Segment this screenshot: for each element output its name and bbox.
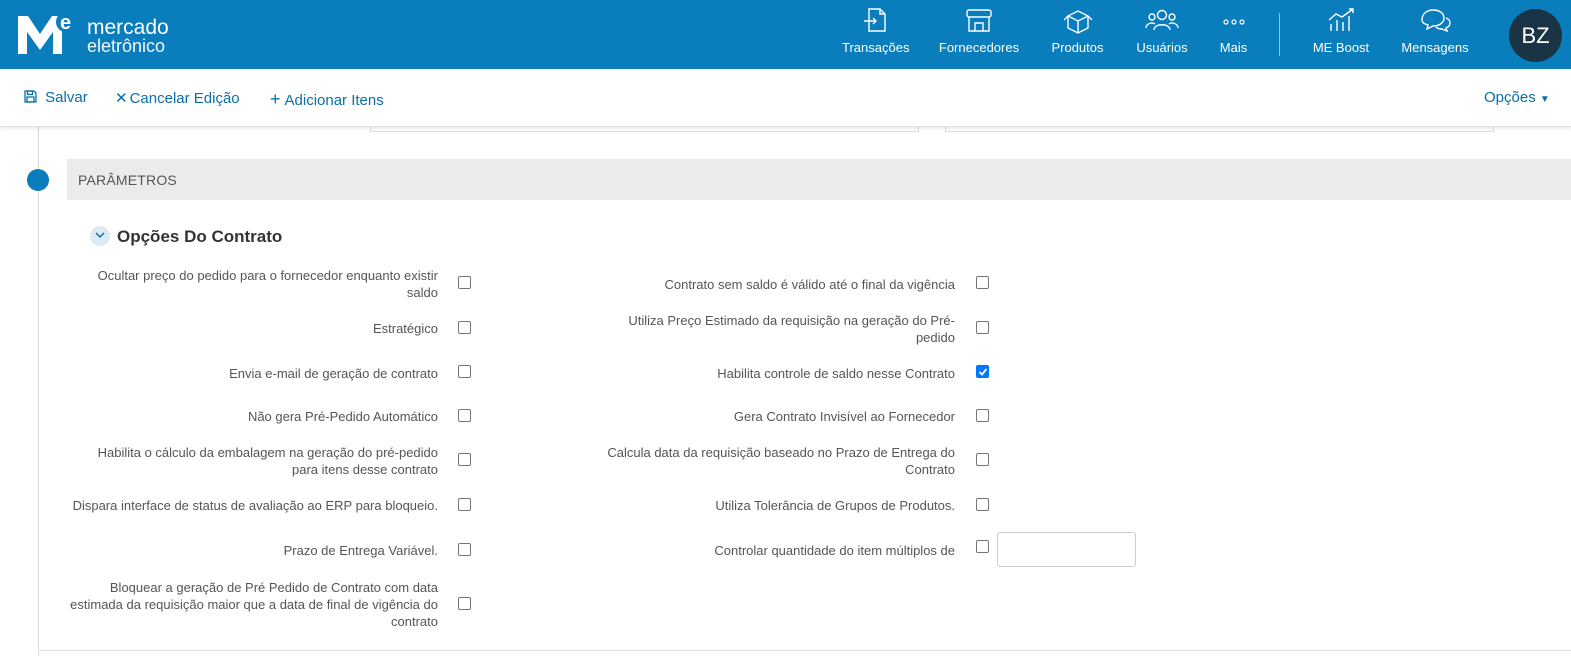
option-label: Não gera Pré-Pedido Automático: [247, 409, 438, 424]
option-label: Envia e-mail de geração de contrato: [229, 366, 438, 381]
nav-divider: [1279, 13, 1280, 56]
option-label: Habilita controle de saldo nesse Contrat…: [717, 366, 955, 381]
nav-label: Mais: [1219, 40, 1248, 55]
cancel-edit-button[interactable]: ✕ Cancelar Edição: [115, 89, 240, 107]
option-checkbox-checked[interactable]: [976, 365, 989, 378]
brand-line-1: mercado: [87, 16, 169, 39]
option-checkbox[interactable]: [976, 540, 989, 553]
option-label: Controlar quantidade do item múltiplos d…: [714, 543, 955, 558]
option-label: Habilita o cálculo da embalagem na geraç…: [97, 445, 438, 477]
chat-icon: [1421, 9, 1451, 33]
plus-icon: +: [270, 89, 281, 109]
nav-label: Mensagens: [1401, 40, 1469, 55]
option-label: Calcula data da requisição baseado no Pr…: [607, 445, 955, 477]
save-icon: [24, 89, 41, 106]
option-checkbox[interactable]: [976, 276, 989, 289]
option-label: Contrato sem saldo é válido até o final …: [664, 277, 955, 292]
transactions-icon: [864, 8, 886, 32]
chart-icon: [1328, 8, 1354, 31]
option-checkbox[interactable]: [458, 321, 471, 334]
option-checkbox[interactable]: [976, 498, 989, 511]
nav-usuarios[interactable]: Usuários: [1135, 6, 1189, 64]
nav-mais[interactable]: Mais: [1216, 6, 1251, 64]
nav-fornecedores[interactable]: Fornecedores: [938, 6, 1020, 64]
users-icon: [1145, 9, 1179, 31]
options-dropdown[interactable]: Opções ▼: [1484, 89, 1550, 106]
option-checkbox[interactable]: [458, 498, 471, 511]
nav-transacoes[interactable]: Transações: [842, 6, 910, 64]
save-label: Salvar: [45, 89, 88, 106]
option-label: Utiliza Tolerância de Grupos de Produtos…: [715, 498, 955, 513]
option-checkbox[interactable]: [458, 543, 471, 556]
nav-label: Transações: [842, 40, 910, 55]
nav-label: Fornecedores: [938, 40, 1020, 55]
section-bottom-border: [38, 650, 1571, 651]
more-icon: [1222, 19, 1245, 25]
section-header: PARÂMETROS: [67, 159, 1571, 200]
timeline-line: [38, 127, 39, 656]
close-icon: ✕: [115, 90, 128, 107]
option-checkbox[interactable]: [458, 365, 471, 378]
brand-line-2: eletrônico: [87, 36, 166, 56]
option-label: Ocultar preço do pedido para o fornecedo…: [97, 268, 438, 300]
group-title: Opções Do Contrato: [117, 227, 283, 246]
multiple-quantity-input[interactable]: [997, 532, 1136, 567]
section-title: PARÂMETROS: [78, 172, 177, 188]
store-icon: [966, 9, 992, 32]
save-button[interactable]: Salvar: [24, 89, 88, 106]
option-checkbox[interactable]: [976, 409, 989, 422]
timeline-dot: [27, 169, 49, 191]
nav-me-boost[interactable]: ME Boost: [1311, 6, 1371, 64]
option-checkbox[interactable]: [458, 276, 471, 289]
option-checkbox[interactable]: [458, 453, 471, 466]
option-checkbox[interactable]: [976, 321, 989, 334]
checkmark-icon: [978, 368, 988, 376]
option-checkbox[interactable]: [458, 597, 471, 610]
option-checkbox[interactable]: [458, 409, 471, 422]
option-label: Estratégico: [372, 321, 438, 336]
options-label: Opções: [1484, 89, 1536, 106]
add-items-button[interactable]: + Adicionar Itens: [270, 89, 384, 110]
option-label: Bloquear a geração de Pré Pedido de Cont…: [70, 580, 438, 629]
nav-label: Usuários: [1136, 40, 1188, 55]
option-label: Prazo de Entrega Variável.: [283, 543, 438, 558]
mercado-eletronico-logo[interactable]: e: [16, 10, 76, 58]
user-avatar[interactable]: BZ: [1509, 9, 1562, 62]
nav-mensagens[interactable]: Mensagens: [1400, 6, 1470, 64]
option-label: Dispara interface de status de avaliação…: [72, 498, 438, 513]
action-toolbar: Salvar ✕ Cancelar Edição + Adicionar Itens…: [0, 69, 1571, 127]
box-icon: [1063, 10, 1092, 34]
nav-produtos[interactable]: Produtos: [1049, 6, 1106, 64]
cancel-label: Cancelar Edição: [129, 90, 240, 107]
nav-label: ME Boost: [1312, 40, 1370, 55]
svg-text:e: e: [60, 12, 71, 34]
chevron-down-icon[interactable]: [90, 226, 110, 246]
add-label: Adicionar Itens: [284, 92, 384, 109]
caret-down-icon: ▼: [1539, 94, 1550, 105]
nav-label: Produtos: [1051, 40, 1104, 55]
option-label: Gera Contrato Invisível ao Fornecedor: [733, 409, 955, 424]
brand-name: mercado eletrônico: [87, 16, 169, 56]
option-label: Utiliza Preço Estimado da requisição na …: [628, 313, 955, 345]
top-navigation-bar: e mercado eletrônico Transações Forneced…: [0, 0, 1571, 69]
option-checkbox[interactable]: [976, 453, 989, 466]
